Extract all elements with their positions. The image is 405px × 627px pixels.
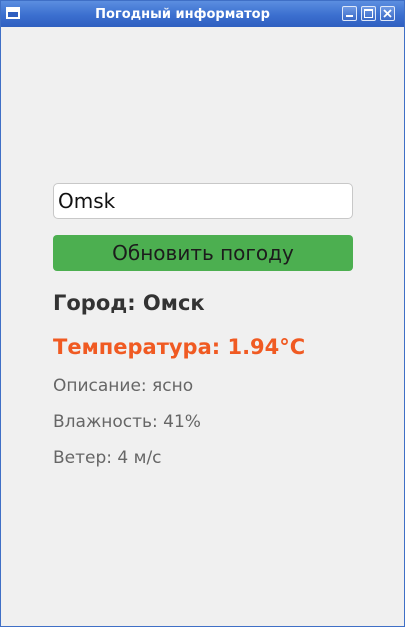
city-label: Город: Омск — [53, 291, 205, 315]
close-x-glyph — [383, 9, 392, 18]
maximize-icon[interactable] — [361, 6, 376, 21]
minimize-icon[interactable] — [342, 6, 357, 21]
window-title: Погодный информатор — [95, 7, 270, 22]
title-bar[interactable]: Погодный информатор — [1, 1, 404, 27]
close-icon[interactable] — [380, 6, 395, 21]
description-label: Описание: ясно — [53, 376, 194, 396]
wind-label: Ветер: 4 м/с — [53, 448, 162, 468]
refresh-weather-button[interactable]: Обновить погоду — [53, 235, 353, 271]
temperature-label: Температура: 1.94°C — [53, 335, 306, 359]
app-window: Погодный информатор Обновить погоду Горо… — [0, 0, 405, 627]
city-input[interactable] — [53, 183, 353, 219]
humidity-label: Влажность: 41% — [53, 412, 201, 432]
window-app-icon[interactable] — [6, 7, 20, 19]
